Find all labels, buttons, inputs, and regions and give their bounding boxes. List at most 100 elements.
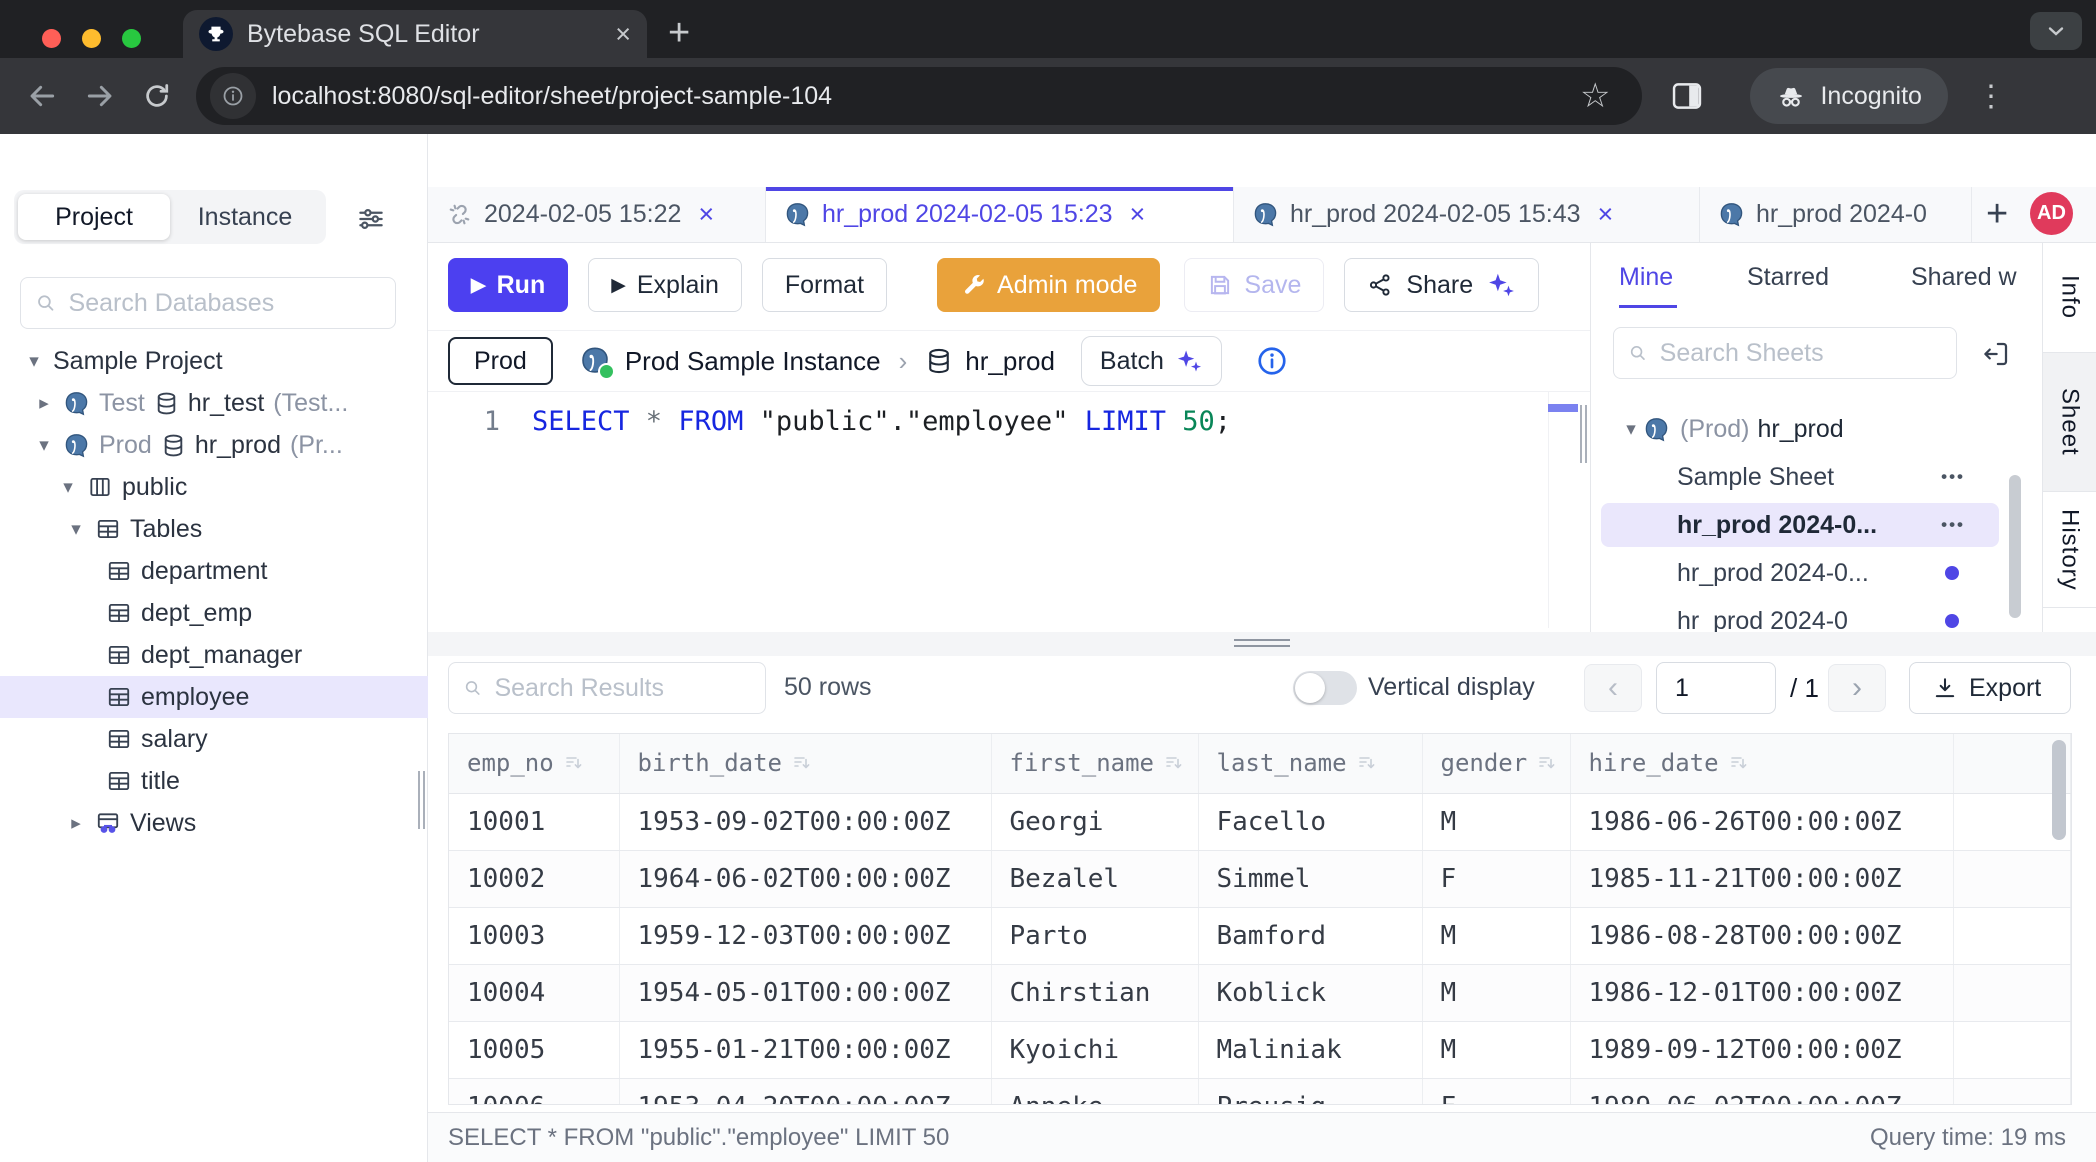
instance-name[interactable]: Prod Sample Instance (625, 346, 881, 377)
sheet-item-2[interactable]: hr_prod 2024-0...••• (1591, 501, 2042, 549)
next-page-button[interactable]: › (1828, 664, 1886, 712)
format-button[interactable]: Format (762, 258, 887, 312)
sheet-group-hr_prod[interactable]: ▾(Prod)hr_prod (1591, 405, 2042, 453)
sheet-item-4[interactable]: hr_prod 2024-0 (1591, 597, 2042, 632)
database-search-input[interactable] (67, 288, 381, 319)
column-header-first_name[interactable]: first_name (991, 734, 1198, 793)
table-scrollbar[interactable] (2052, 740, 2066, 840)
close-tab-icon[interactable]: × (698, 199, 714, 230)
table-cell[interactable]: 10004 (449, 964, 619, 1021)
environment-badge[interactable]: Prod (448, 337, 553, 385)
side-panel-icon[interactable] (1670, 81, 1704, 111)
table-cell[interactable]: 10005 (449, 1021, 619, 1078)
table-row[interactable]: 100041954-05-01T00:00:00ZChirstianKoblic… (449, 964, 2071, 1021)
tree-item-sample-project[interactable]: ▾Sample Project (0, 340, 428, 382)
caret-icon[interactable]: ▸ (34, 392, 54, 415)
table-row[interactable]: 100051955-01-21T00:00:00ZKyoichiMaliniak… (449, 1021, 2071, 1078)
tab-project[interactable]: Project (18, 194, 170, 240)
table-cell[interactable]: 1986-12-01T00:00:00Z (1570, 964, 1953, 1021)
table-cell[interactable]: Kyoichi (991, 1021, 1198, 1078)
table-cell[interactable]: M (1422, 793, 1570, 850)
table-row[interactable]: 100031959-12-03T00:00:00ZPartoBamfordM19… (449, 907, 2071, 964)
back-icon[interactable] (26, 80, 58, 112)
address-bar[interactable]: localhost:8080/sql-editor/sheet/project-… (196, 67, 1642, 125)
admin-mode-button[interactable]: Admin mode (937, 258, 1160, 312)
table-cell[interactable]: 10001 (449, 793, 619, 850)
column-header-last_name[interactable]: last_name (1198, 734, 1422, 793)
bookmark-star-icon[interactable]: ☆ (1580, 76, 1610, 116)
table-cell[interactable]: F (1422, 1078, 1570, 1105)
table-cell[interactable]: 1953-09-02T00:00:00Z (619, 793, 991, 850)
tree-item-public[interactable]: ▾public (0, 466, 428, 508)
tree-item-hr-prod[interactable]: ▾Prodhr_prod(Pr... (0, 424, 428, 466)
sheet-tab-2[interactable]: hr_prod 2024-02-05 15:23× (766, 187, 1234, 242)
strip-tab-sheet[interactable]: Sheet (2043, 353, 2096, 492)
prev-page-button[interactable]: ‹ (1584, 664, 1642, 712)
table-row[interactable]: 100061953-04-20T00:00:00ZAnnekePreusigF1… (449, 1078, 2071, 1105)
info-circle-icon[interactable] (1256, 345, 1288, 377)
divider-drag-handle[interactable] (1234, 639, 1290, 647)
save-button[interactable]: Save (1184, 258, 1324, 312)
table-cell[interactable]: Bezalel (991, 850, 1198, 907)
run-button[interactable]: ▶ Run (448, 258, 568, 312)
caret-icon[interactable]: ▾ (34, 434, 54, 457)
ai-sparkles-icon[interactable] (1486, 270, 1516, 300)
table-cell[interactable]: Anneke (991, 1078, 1198, 1105)
table-cell[interactable]: 10006 (449, 1078, 619, 1105)
sidebar-resize-handle[interactable] (418, 771, 428, 829)
sql-editor[interactable]: 1 SELECT * FROM "public"."employee" LIMI… (428, 392, 1590, 628)
table-cell[interactable]: M (1422, 964, 1570, 1021)
browser-menu-icon[interactable]: ⋮ (1976, 79, 2006, 114)
new-sheet-button[interactable]: + (1972, 187, 2022, 242)
tree-item-hr-test[interactable]: ▸Testhr_test(Test... (0, 382, 428, 424)
table-cell[interactable]: 1989-06-02T00:00:00Z (1570, 1078, 1953, 1105)
table-cell[interactable]: Simmel (1198, 850, 1422, 907)
table-cell[interactable]: Maliniak (1198, 1021, 1422, 1078)
table-cell[interactable]: 1986-08-28T00:00:00Z (1570, 907, 1953, 964)
table-cell[interactable]: 1954-05-01T00:00:00Z (619, 964, 991, 1021)
caret-icon[interactable]: ▸ (66, 812, 86, 835)
table-cell[interactable]: 1964-06-02T00:00:00Z (619, 850, 991, 907)
tree-item-title[interactable]: title (0, 760, 428, 802)
caret-icon[interactable]: ▾ (1621, 418, 1641, 441)
close-tab-icon[interactable]: × (1598, 199, 1614, 230)
vertical-display-toggle[interactable] (1293, 671, 1357, 705)
strip-tab-info[interactable]: Info (2043, 243, 2096, 353)
editor-minimap[interactable] (1548, 392, 1578, 628)
table-cell[interactable]: Chirstian (991, 964, 1198, 1021)
table-cell[interactable]: 1959-12-03T00:00:00Z (619, 907, 991, 964)
results-search[interactable] (448, 662, 766, 714)
sheet-tab-1[interactable]: 2024-02-05 15:22× (428, 187, 766, 242)
table-cell[interactable]: Parto (991, 907, 1198, 964)
table-cell[interactable]: 10002 (449, 850, 619, 907)
strip-tab-history[interactable]: History (2043, 492, 2096, 608)
sheet-item-1[interactable]: Sample Sheet••• (1591, 453, 2042, 501)
caret-icon[interactable]: ▾ (58, 476, 78, 499)
site-info-icon[interactable] (210, 73, 256, 119)
table-cell[interactable]: 1989-09-12T00:00:00Z (1570, 1021, 1953, 1078)
tree-item-views[interactable]: ▸Views (0, 802, 428, 844)
explain-button[interactable]: ▶ Explain (588, 258, 742, 312)
sheet-item-3[interactable]: hr_prod 2024-0... (1591, 549, 2042, 597)
table-cell[interactable]: Koblick (1198, 964, 1422, 1021)
browser-tab[interactable]: Bytebase SQL Editor × (183, 10, 647, 58)
tab-shared[interactable]: Shared w (1911, 263, 2017, 292)
table-cell[interactable]: 1986-06-26T00:00:00Z (1570, 793, 1953, 850)
sort-icon[interactable] (564, 753, 584, 773)
table-cell[interactable]: Bamford (1198, 907, 1422, 964)
panel-resize-handle[interactable] (1580, 405, 1588, 463)
sidebar-settings-sliders-icon[interactable] (356, 204, 386, 234)
sheet-tab-3[interactable]: hr_prod 2024-02-05 15:43× (1234, 187, 1700, 242)
share-button[interactable]: Share (1344, 258, 1539, 312)
column-header-birth_date[interactable]: birth_date (619, 734, 991, 793)
sheet-list-scrollbar[interactable] (2009, 475, 2021, 618)
table-cell[interactable]: 10003 (449, 907, 619, 964)
table-cell[interactable]: Preusig (1198, 1078, 1422, 1105)
tree-item-employee[interactable]: employee (0, 676, 428, 718)
column-header-emp_no[interactable]: emp_no (449, 734, 619, 793)
collapse-panel-icon[interactable] (1981, 339, 2011, 369)
batch-button[interactable]: Batch (1081, 336, 1222, 386)
new-tab-button[interactable]: + (668, 12, 690, 55)
table-cell[interactable]: 1985-11-21T00:00:00Z (1570, 850, 1953, 907)
window-zoom-button[interactable] (122, 29, 141, 48)
